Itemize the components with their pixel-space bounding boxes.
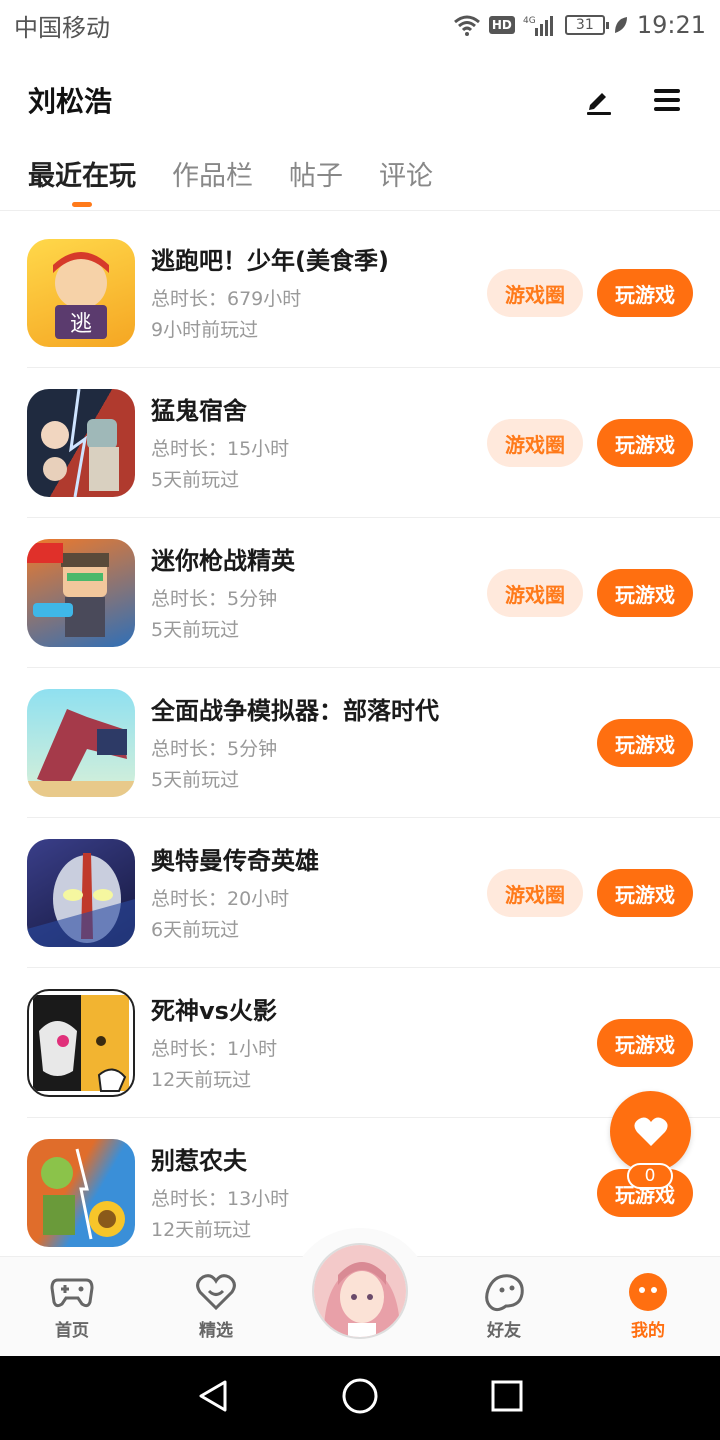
game-row[interactable]: 全面战争模拟器：部落时代 总时长：5分钟 5天前玩过 玩游戏 (0, 668, 720, 818)
game-name: 死神vs火影 (151, 996, 277, 1025)
game-circle-button[interactable]: 游戏圈 (487, 569, 583, 617)
game-icon[interactable] (27, 839, 135, 947)
game-icon[interactable] (27, 989, 135, 1097)
tab-works[interactable]: 作品栏 (172, 145, 253, 201)
heart-icon (633, 1117, 668, 1146)
game-name: 奥特曼传奇英雄 (151, 846, 319, 875)
game-duration: 总时长：20小时 (151, 887, 290, 910)
favorite-button[interactable] (610, 1091, 691, 1172)
play-game-button[interactable]: 玩游戏 (597, 719, 693, 767)
system-nav-bar (0, 1356, 720, 1440)
back-icon[interactable] (195, 1378, 231, 1418)
game-circle-button[interactable]: 游戏圈 (487, 419, 583, 467)
game-row[interactable]: 逃 逃跑吧！少年(美食季) 总时长：679小时 9小时前玩过 游戏圈 玩游戏 (0, 218, 720, 368)
status-bar: 中国移动 HD 4G 31 19:21 (0, 0, 720, 50)
battery-icon: 31 (564, 15, 609, 35)
recent-games-list: 逃 逃跑吧！少年(美食季) 总时长：679小时 9小时前玩过 游戏圈 玩游戏 猛… (0, 218, 720, 1268)
signal-icon: 4G (523, 14, 557, 36)
network-type: 4G (523, 16, 536, 26)
status-icons: HD 4G 31 19:21 (453, 11, 706, 39)
game-name: 别惹农夫 (151, 1146, 247, 1175)
game-icon[interactable] (27, 1139, 135, 1247)
clock: 19:21 (636, 11, 706, 39)
game-info: 迷你枪战精英 总时长：5分钟 5天前玩过 (151, 541, 487, 646)
friend-icon (482, 1272, 526, 1312)
nav-label: 精选 (199, 1321, 233, 1341)
me-icon (628, 1272, 668, 1312)
game-name: 迷你枪战精英 (151, 546, 295, 575)
play-game-button[interactable]: 玩游戏 (597, 1019, 693, 1067)
favorite-count: 0 (627, 1163, 673, 1189)
recents-icon[interactable] (489, 1378, 525, 1418)
tab-comments[interactable]: 评论 (379, 145, 433, 201)
gamepad-icon (50, 1272, 94, 1312)
game-info: 猛鬼宿舍 总时长：15小时 5天前玩过 (151, 391, 487, 496)
nav-label: 首页 (55, 1321, 89, 1341)
nav-home[interactable]: 首页 (0, 1257, 144, 1356)
page-title: 刘松浩 (28, 85, 113, 118)
profile-tabs: 最近在玩 作品栏 帖子 评论 (0, 145, 720, 211)
game-info: 死神vs火影 总时长：1小时 12天前玩过 (151, 991, 597, 1096)
game-name: 全面战争模拟器：部落时代 (151, 696, 439, 725)
game-icon[interactable] (27, 539, 135, 647)
menu-button[interactable] (642, 75, 692, 125)
game-row[interactable]: 迷你枪战精英 总时长：5分钟 5天前玩过 游戏圈 玩游戏 (0, 518, 720, 668)
game-duration: 总时长：5分钟 (151, 737, 278, 760)
game-info: 全面战争模拟器：部落时代 总时长：5分钟 5天前玩过 (151, 691, 597, 796)
game-row[interactable]: 死神vs火影 总时长：1小时 12天前玩过 玩游戏 (0, 968, 720, 1118)
game-row[interactable]: 猛鬼宿舍 总时长：15小时 5天前玩过 游戏圈 玩游戏 (0, 368, 720, 518)
game-name: 猛鬼宿舍 (151, 396, 247, 425)
edit-button[interactable] (574, 75, 624, 125)
pencil-icon (587, 93, 611, 115)
game-info: 逃跑吧！少年(美食季) 总时长：679小时 9小时前玩过 (151, 241, 487, 346)
play-game-button[interactable]: 玩游戏 (597, 419, 693, 467)
game-last-played: 5天前玩过 (151, 618, 240, 641)
game-last-played: 5天前玩过 (151, 768, 240, 791)
game-icon[interactable] (27, 389, 135, 497)
nav-featured[interactable]: 精选 (144, 1257, 288, 1356)
avatar[interactable] (312, 1243, 408, 1339)
battery-level: 31 (575, 17, 594, 33)
game-last-played: 6天前玩过 (151, 918, 240, 941)
heart-outline-icon (196, 1272, 236, 1312)
game-row[interactable]: 奥特曼传奇英雄 总时长：20小时 6天前玩过 游戏圈 玩游戏 (0, 818, 720, 968)
nav-label: 好友 (487, 1321, 521, 1341)
play-game-button[interactable]: 玩游戏 (597, 569, 693, 617)
game-circle-button[interactable]: 游戏圈 (487, 269, 583, 317)
game-icon[interactable] (27, 689, 135, 797)
game-duration: 总时长：5分钟 (151, 587, 278, 610)
menu-icon (654, 89, 680, 111)
tab-posts[interactable]: 帖子 (289, 145, 343, 201)
profile-header: 刘松浩 (0, 60, 720, 140)
game-info: 奥特曼传奇英雄 总时长：20小时 6天前玩过 (151, 841, 487, 946)
game-last-played: 12天前玩过 (151, 1068, 252, 1091)
tab-recent-play[interactable]: 最近在玩 (28, 145, 136, 201)
game-duration: 总时长：1小时 (151, 1037, 278, 1060)
game-duration: 总时长：679小时 (151, 287, 302, 310)
carrier-label: 中国移动 (14, 13, 110, 42)
game-name: 逃跑吧！少年(美食季) (151, 246, 389, 275)
game-duration: 总时长：13小时 (151, 1187, 290, 1210)
nav-friends[interactable]: 好友 (432, 1257, 576, 1356)
game-circle-button[interactable]: 游戏圈 (487, 869, 583, 917)
hd-badge: HD (488, 16, 515, 34)
nav-label: 我的 (631, 1321, 665, 1341)
svg-text:逃: 逃 (70, 312, 92, 337)
game-last-played: 9小时前玩过 (151, 318, 259, 341)
game-last-played: 5天前玩过 (151, 468, 240, 491)
game-icon[interactable]: 逃 (27, 239, 135, 347)
leaf-icon (613, 15, 629, 35)
wifi-icon (453, 14, 481, 36)
home-icon[interactable] (340, 1376, 380, 1420)
play-game-button[interactable]: 玩游戏 (597, 869, 693, 917)
nav-me[interactable]: 我的 (576, 1257, 720, 1356)
play-game-button[interactable]: 玩游戏 (597, 269, 693, 317)
game-duration: 总时长：15小时 (151, 437, 290, 460)
